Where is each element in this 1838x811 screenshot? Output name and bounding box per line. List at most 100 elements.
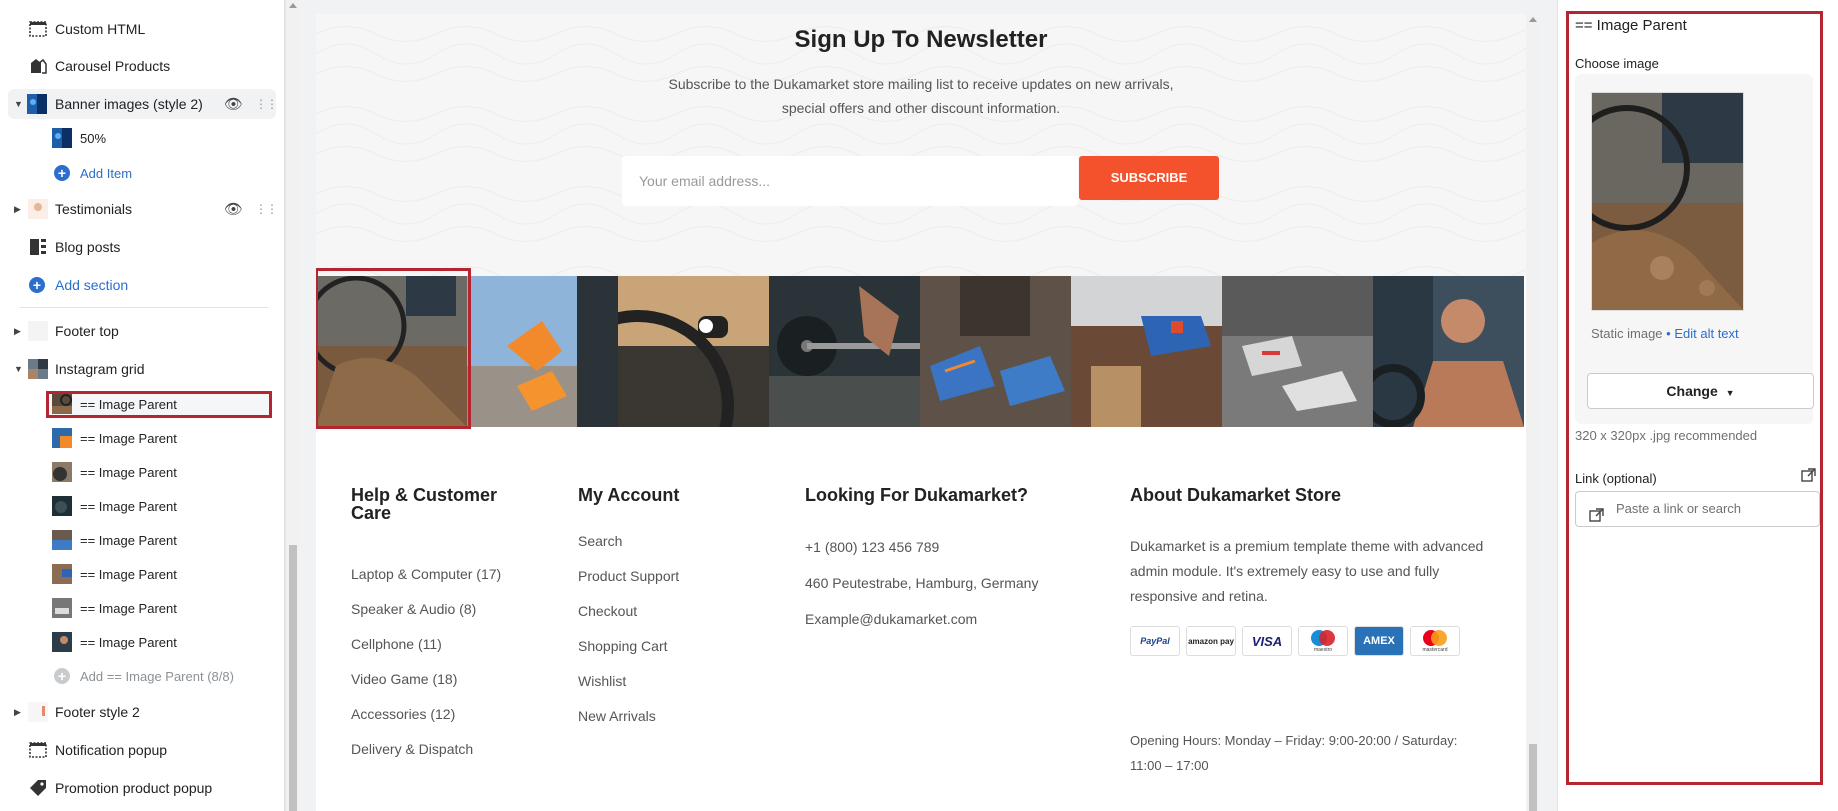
newsletter-email-input[interactable]: Your email address... [622, 156, 1078, 206]
footer-link[interactable]: Speaker & Audio (8) [351, 601, 476, 617]
sidebar-item-footer-style-2[interactable]: ▶ Footer style 2 [0, 701, 284, 723]
contact-email[interactable]: Example@dukamarket.com [805, 611, 977, 627]
sidebar-block-image-parent-4[interactable]: == Image Parent [0, 495, 284, 517]
instagram-image-blue-shoes[interactable] [920, 276, 1071, 427]
opening-hours: Opening Hours: Monday – Friday: 9:00-20:… [1130, 733, 1458, 773]
sidebar-item-label: Custom HTML [55, 21, 146, 37]
footer-link[interactable]: Search [578, 533, 622, 549]
caret-right-icon[interactable]: ▶ [14, 326, 21, 337]
footer-account-column: My Account [578, 486, 679, 504]
footer-link[interactable]: Accessories (12) [351, 706, 455, 722]
selected-image-preview[interactable] [1591, 92, 1744, 311]
footer-link[interactable]: Laptop & Computer (17) [351, 566, 501, 582]
sidebar-block-image-parent-6[interactable]: == Image Parent [0, 563, 284, 585]
external-link-icon[interactable] [1801, 468, 1816, 488]
footer-link[interactable]: Shopping Cart [578, 638, 668, 654]
blog-posts-icon [28, 237, 48, 257]
drag-handle-icon[interactable]: ⋮⋮ [255, 97, 278, 111]
sidebar-block-image-parent-3[interactable]: == Image Parent [0, 461, 284, 483]
banner-thumb-icon [27, 94, 47, 114]
sidebar-divider [20, 307, 268, 308]
instagram-image-barbell[interactable] [769, 276, 920, 427]
image-thumb-icon [52, 632, 72, 652]
footer-link[interactable]: Wishlist [578, 673, 626, 689]
footer-link[interactable]: Cellphone (11) [351, 636, 442, 652]
sidebar-item-label: == Image Parent [80, 498, 177, 514]
footer-about-column: About Dukamarket Store [1130, 486, 1341, 504]
instagram-image-grey-sneakers[interactable] [1222, 276, 1373, 427]
footer-link[interactable]: New Arrivals [578, 708, 656, 724]
sections-sidebar: Custom HTML Carousel Products ▼ Banner i… [0, 0, 285, 811]
edit-alt-text-link[interactable]: Edit alt text [1674, 326, 1738, 341]
caret-down-icon[interactable]: ▼ [14, 99, 23, 109]
sidebar-item-label: == Image Parent [80, 430, 177, 446]
newsletter-section: Sign Up To Newsletter Subscribe to the D… [316, 14, 1526, 276]
eye-icon[interactable]: 👁 [224, 200, 243, 218]
sidebar-item-banner-images[interactable]: ▼ Banner images (style 2) 👁 ⋮⋮ [8, 89, 278, 119]
sidebar-item-carousel-products[interactable]: Carousel Products [0, 55, 284, 77]
amazon-pay-icon: amazon pay [1186, 626, 1236, 656]
settings-title: == Image Parent [1575, 17, 1687, 34]
link-input[interactable]: Paste a link or search [1575, 491, 1820, 527]
add-item-button[interactable]: + Add Item [0, 162, 284, 184]
change-image-button[interactable]: Change ▼ [1587, 373, 1814, 409]
theme-editor: Custom HTML Carousel Products ▼ Banner i… [0, 0, 1838, 811]
instagram-image-athlete[interactable] [1373, 276, 1524, 427]
banner-thumb-icon [52, 128, 72, 148]
caret-down-icon: ▼ [1725, 388, 1735, 398]
image-thumb-icon [52, 530, 72, 550]
mastercard-icon: mastercard [1410, 626, 1460, 656]
scrollbar-thumb[interactable] [289, 545, 297, 811]
caret-right-icon[interactable]: ▶ [14, 204, 21, 215]
sidebar-item-label: == Image Parent [80, 396, 177, 412]
payment-label: AMEX [1363, 635, 1395, 647]
scroll-up-icon[interactable] [1529, 17, 1537, 22]
instagram-image-bike[interactable] [316, 276, 467, 427]
footer-link[interactable]: Delivery & Dispatch [351, 741, 473, 757]
instagram-image-sneaker-sit[interactable] [1071, 276, 1222, 427]
footer-link[interactable]: Video Game (18) [351, 671, 457, 687]
footer-help-column: Help & Customer Care [351, 486, 511, 522]
preview-scrollbar[interactable] [1526, 14, 1540, 811]
instagram-image-orange-shoes[interactable] [467, 276, 618, 427]
add-item-label: Add Item [80, 165, 133, 181]
sidebar-item-instagram-grid[interactable]: ▼ Instagram grid [0, 358, 284, 380]
footer-link[interactable]: Checkout [578, 603, 637, 619]
sidebar-block-image-parent-5[interactable]: == Image Parent [0, 529, 284, 551]
visa-icon: VISA [1242, 626, 1292, 656]
sidebar-item-custom-html[interactable]: Custom HTML [0, 18, 284, 40]
caret-down-icon[interactable]: ▼ [14, 364, 23, 374]
drag-handle-icon[interactable]: ⋮⋮ [255, 202, 278, 216]
about-text: Dukamarket is a premium template theme w… [1130, 538, 1484, 604]
newsletter-subtitle-line: special offers and other discount inform… [781, 100, 1061, 116]
sidebar-block-image-parent-1[interactable]: == Image Parent [0, 393, 284, 415]
paypal-icon: PayPal [1130, 626, 1180, 656]
add-section-button[interactable]: + Add section [0, 274, 284, 296]
image-thumb-icon [52, 394, 72, 414]
sidebar-item-testimonials[interactable]: ▶ Testimonials 👁 ⋮⋮ [0, 198, 284, 220]
scroll-up-icon[interactable] [289, 3, 297, 8]
image-size-recommendation: 320 x 320px .jpg recommended [1575, 428, 1758, 443]
sidebar-item-footer-top[interactable]: ▶ Footer top [0, 320, 284, 342]
sidebar-item-banner-50[interactable]: 50% [0, 127, 284, 149]
sidebar-scrollbar[interactable] [285, 0, 299, 811]
tag-icon [28, 778, 48, 798]
payment-label: PayPal [1140, 636, 1170, 646]
sidebar-block-image-parent-8[interactable]: == Image Parent [0, 631, 284, 653]
sidebar-item-promotion-popup[interactable]: Promotion product popup [0, 777, 284, 799]
sidebar-block-image-parent-2[interactable]: == Image Parent [0, 427, 284, 449]
sidebar-item-label: Instagram grid [55, 361, 145, 377]
carousel-products-icon [28, 56, 48, 76]
payment-label: amazon pay [1188, 636, 1234, 646]
static-image-label: Static image [1591, 326, 1663, 341]
caret-right-icon[interactable]: ▶ [14, 707, 21, 718]
eye-icon[interactable]: 👁 [224, 95, 243, 113]
sidebar-item-notification-popup[interactable]: Notification popup [0, 739, 284, 761]
sidebar-block-image-parent-7[interactable]: == Image Parent [0, 597, 284, 619]
instagram-image-bike-light[interactable] [618, 276, 769, 427]
contact-phone[interactable]: +1 (800) 123 456 789 [805, 539, 939, 555]
subscribe-button[interactable]: SUBSCRIBE [1079, 156, 1219, 200]
footer-link[interactable]: Product Support [578, 568, 679, 584]
sidebar-item-blog-posts[interactable]: Blog posts [0, 236, 284, 258]
scrollbar-thumb[interactable] [1529, 744, 1537, 811]
